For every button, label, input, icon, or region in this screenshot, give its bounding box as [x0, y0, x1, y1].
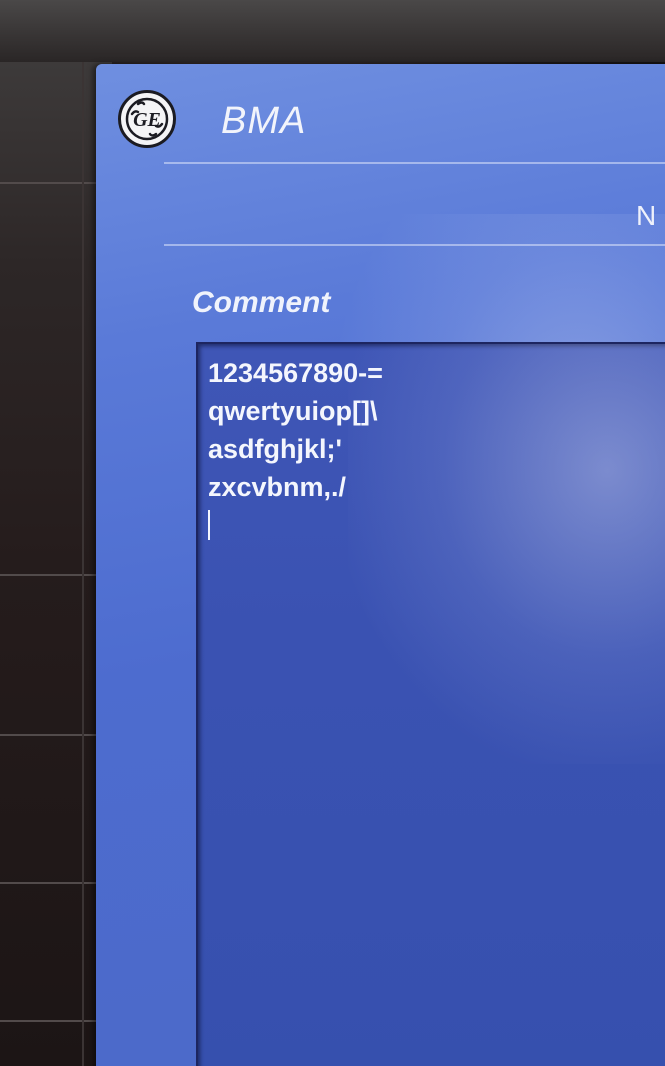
section-divider [164, 244, 665, 246]
comment-label: Comment [192, 286, 331, 319]
comment-text-line: 1234567890-= [208, 358, 383, 388]
ge-logo-icon: GE [118, 90, 176, 148]
comment-text-line: qwertyuiop[]\ [208, 396, 378, 426]
monitor-bezel [0, 0, 665, 62]
monitor-photo: GE BMA N Comment 1234567890-= qwertyuiop… [0, 0, 665, 1066]
comment-text-line: zxcvbnm,./ [208, 472, 347, 502]
comment-text-line: asdfghjkl;' [208, 434, 342, 464]
comment-dialog: GE BMA N Comment 1234567890-= qwertyuiop… [96, 64, 665, 1066]
background-vertical-divider [82, 62, 84, 1066]
header-divider [164, 162, 665, 164]
header-right-label: N [636, 200, 657, 231]
text-cursor [208, 510, 210, 540]
app-title: BMA [221, 100, 307, 142]
svg-text:GE: GE [133, 109, 161, 131]
comment-textarea[interactable]: 1234567890-= qwertyuiop[]\ asdfghjkl;' z… [196, 342, 665, 1066]
